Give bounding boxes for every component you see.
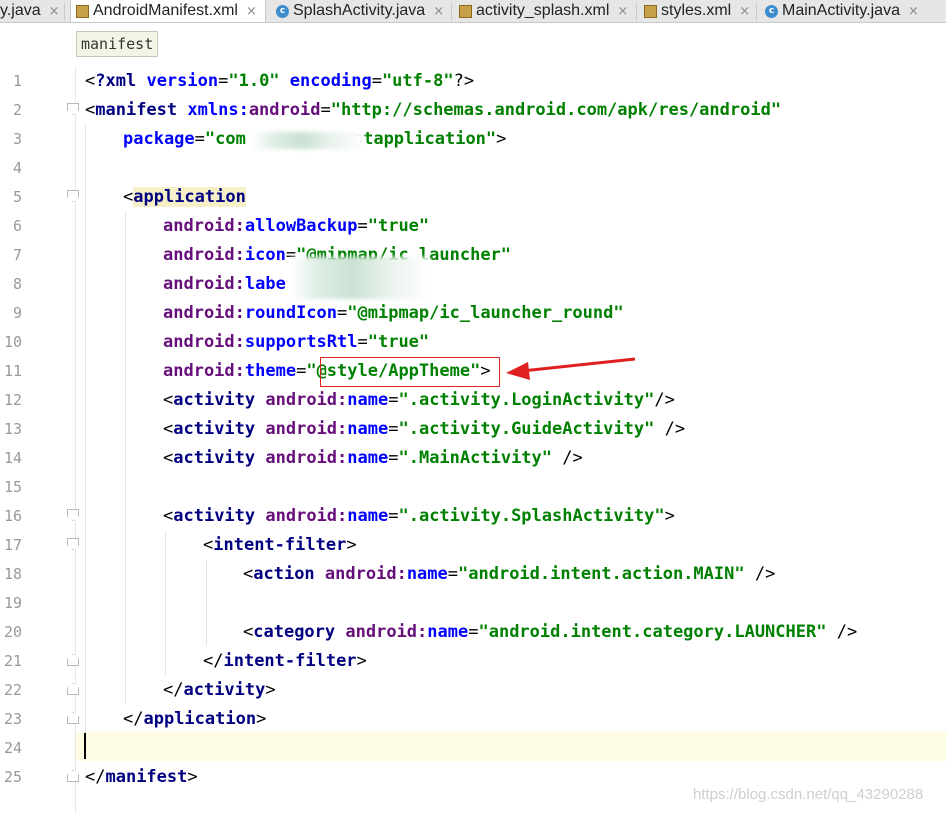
watermark: https://blog.csdn.net/qq_43290288 <box>693 786 924 803</box>
line-number: 9 <box>12 304 22 322</box>
breadcrumb[interactable]: manifest <box>76 31 159 57</box>
code-line-21[interactable]: </intent-filter> <box>203 647 367 676</box>
code-line-20[interactable]: <category android:name="android.intent.c… <box>243 618 857 647</box>
tab-activity-splash-xml[interactable]: activity_splash.xml × <box>459 0 628 22</box>
code-line-14[interactable]: <activity android:name=".MainActivity" /… <box>163 444 583 473</box>
line-number: 25 <box>3 768 22 786</box>
code-line-5[interactable]: <application <box>123 183 246 212</box>
code-editor[interactable]: 1 2 3 4 5 6 7 8 9 10 11 12 13 14 15 16 17 18 19 20 21 22 23 24 2… <box>0 67 946 814</box>
manifest-file-icon <box>76 4 89 18</box>
tab-styles-xml[interactable]: styles.xml × <box>644 0 750 22</box>
tab-label: AndroidManifest.xml <box>93 2 238 19</box>
editor-tab-bar: y.java × AndroidManifest.xml × c SplashA… <box>0 0 946 23</box>
code-line-25[interactable]: </manifest> <box>85 763 198 792</box>
code-line-10[interactable]: android:supportsRtl="true" <box>163 328 429 357</box>
code-line-22[interactable]: </activity> <box>163 676 276 705</box>
line-number: 19 <box>3 594 22 612</box>
line-number: 15 <box>3 478 22 496</box>
breadcrumb-bar: manifest <box>0 23 946 67</box>
line-number: 13 <box>3 420 22 438</box>
annotation-highlight-box <box>320 357 500 387</box>
code-line-12[interactable]: <activity android:name=".activity.LoginA… <box>163 386 675 415</box>
line-number: 5 <box>12 188 22 206</box>
code-line-18[interactable]: <action android:name="android.intent.act… <box>243 560 775 589</box>
tab-label: styles.xml <box>661 2 732 19</box>
current-line-highlight <box>76 732 946 761</box>
code-line-17[interactable]: <intent-filter> <box>203 531 357 560</box>
close-tab-icon[interactable]: × <box>433 4 444 19</box>
code-line-13[interactable]: <activity android:name=".activity.GuideA… <box>163 415 685 444</box>
tab-label: y.java <box>0 2 41 19</box>
code-line-16[interactable]: <activity android:name=".activity.Splash… <box>163 502 675 531</box>
code-line-8[interactable]: android:labe <box>163 270 286 299</box>
class-icon: c <box>276 4 289 18</box>
tab-label: activity_splash.xml <box>476 2 610 19</box>
line-number: 4 <box>12 159 22 177</box>
code-line-9[interactable]: android:roundIcon="@mipmap/ic_launcher_r… <box>163 299 624 328</box>
line-number: 17 <box>3 536 22 554</box>
text-caret <box>84 733 86 759</box>
code-line-6[interactable]: android:allowBackup="true" <box>163 212 429 241</box>
xml-file-icon <box>459 4 472 18</box>
line-number: 11 <box>3 362 22 380</box>
close-tab-icon[interactable]: × <box>617 4 628 19</box>
line-number: 2 <box>12 101 22 119</box>
line-number: 8 <box>12 275 22 293</box>
line-number: 7 <box>12 246 22 264</box>
code-line-23[interactable]: </application> <box>123 705 266 734</box>
redacted-blur <box>252 132 364 149</box>
line-number: 22 <box>3 681 22 699</box>
line-number: 6 <box>12 217 22 235</box>
line-number: 16 <box>3 507 22 525</box>
redacted-blur <box>290 257 430 299</box>
code-line-1[interactable]: <?xml version="1.0" encoding="utf-8"?> <box>85 67 474 96</box>
line-number: 10 <box>3 333 22 351</box>
class-icon: c <box>765 4 778 18</box>
tab-y-java[interactable]: y.java × <box>0 0 60 22</box>
line-number: 1 <box>12 72 22 90</box>
close-tab-icon[interactable]: × <box>49 4 60 19</box>
tab-splash-activity-java[interactable]: c SplashActivity.java × <box>276 0 444 22</box>
tab-main-activity-java[interactable]: c MainActivity.java × <box>765 0 919 22</box>
line-number: 24 <box>3 739 22 757</box>
line-number: 21 <box>3 652 22 670</box>
line-number: 14 <box>3 449 22 467</box>
line-number: 20 <box>3 623 22 641</box>
code-line-2[interactable]: <manifest xmlns:android="http://schemas.… <box>85 96 781 125</box>
tab-label: MainActivity.java <box>782 2 900 19</box>
line-number: 12 <box>3 391 22 409</box>
tab-android-manifest[interactable]: AndroidManifest.xml × <box>70 0 266 22</box>
line-number: 23 <box>3 710 22 728</box>
line-number: 3 <box>12 130 22 148</box>
annotation-arrow-icon <box>506 357 636 380</box>
close-tab-icon[interactable]: × <box>908 4 919 19</box>
xml-file-icon <box>644 4 657 18</box>
close-tab-icon[interactable]: × <box>739 4 750 19</box>
tab-label: SplashActivity.java <box>293 2 426 19</box>
close-tab-icon[interactable]: × <box>246 4 257 19</box>
line-number: 18 <box>3 565 22 583</box>
